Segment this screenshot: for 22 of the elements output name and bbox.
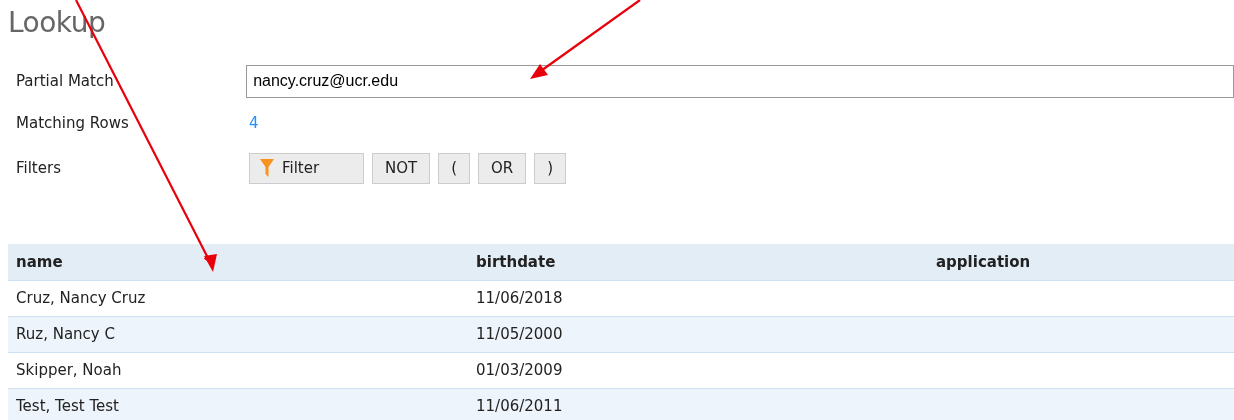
table-cell: 11/06/2018 [476, 288, 563, 307]
operator-button[interactable]: OR [478, 152, 527, 184]
table-cell: Ruz, Nancy C [16, 324, 115, 343]
table-cell: 11/05/2000 [476, 324, 563, 343]
table-cell: Cruz, Nancy Cruz [16, 288, 146, 307]
table-cell: 11/06/2011 [476, 397, 563, 415]
column-header[interactable]: birthdate [468, 244, 928, 280]
operator-button[interactable]: ( [438, 152, 471, 184]
operator-button[interactable]: NOT [372, 152, 431, 184]
field-label: Matching Rows [16, 112, 130, 134]
matching-rows-count: 4 [249, 112, 259, 134]
field-label: Filters [16, 157, 62, 179]
funnel-icon [260, 159, 274, 177]
field-label: Partial Match [16, 70, 115, 92]
filter-button[interactable]: Filter [249, 152, 364, 184]
column-header[interactable]: name [8, 244, 468, 280]
operator-button[interactable]: ) [534, 152, 567, 184]
table-cell: Test, Test Test [16, 397, 119, 415]
table-cell: Skipper, Noah [16, 360, 122, 379]
table-cell: 01/03/2009 [476, 360, 563, 379]
partial-match-field[interactable]: nancy.cruz@ucr.edu [246, 64, 1234, 98]
column-header[interactable]: application [928, 244, 1234, 280]
